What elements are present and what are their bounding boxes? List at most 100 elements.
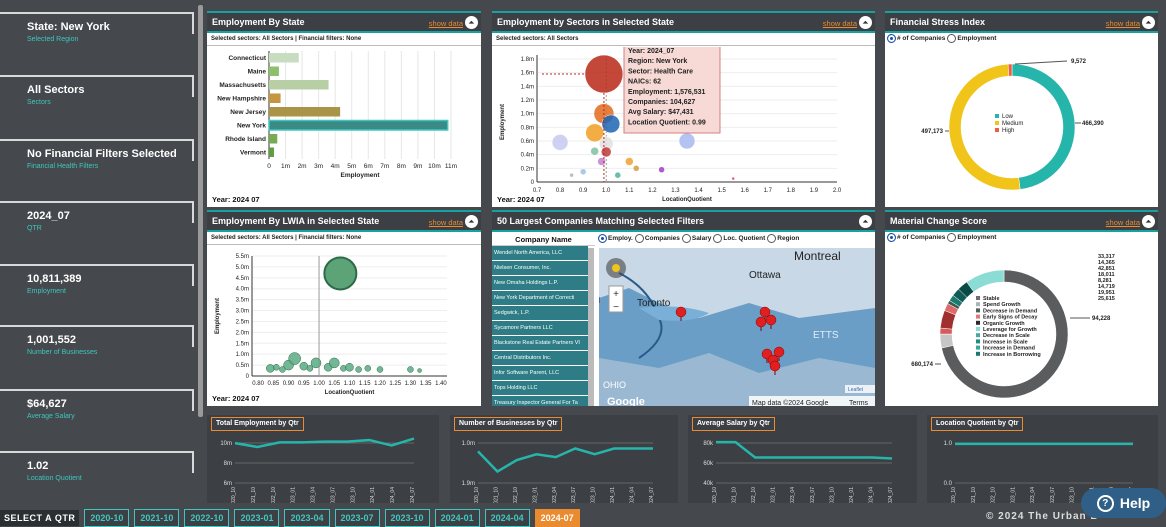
panel-header: Employment by Sectors in Selected State … <box>492 13 875 33</box>
x-tick-label: 2m <box>298 163 307 170</box>
panel-title: Financial Stress Index <box>890 17 986 27</box>
kpi-label: Average Salary <box>27 413 75 420</box>
x-tick-label: 1.05 <box>328 381 340 387</box>
quarter-button[interactable]: 2023-04 <box>284 508 330 527</box>
quarter-button[interactable]: 2023-07 <box>334 508 380 527</box>
company-row[interactable]: Sedgwick, L.P. <box>492 306 588 321</box>
kpi-card[interactable]: 1.02 Location Quotient <box>0 451 194 505</box>
collapse-icon[interactable]: ⏶ <box>859 215 872 228</box>
kpi-value: No Financial Filters Selected <box>27 148 177 160</box>
show-data-link[interactable]: show data <box>1106 218 1140 227</box>
panel-title: Employment By State <box>212 17 305 27</box>
quarter-button[interactable]: 2024-04 <box>484 508 530 527</box>
collapse-icon[interactable]: ⏶ <box>465 16 478 29</box>
legend-swatch <box>976 320 980 325</box>
collapse-icon[interactable]: ⏶ <box>1142 16 1155 29</box>
collapse-icon[interactable]: ⏶ <box>859 16 872 29</box>
y-axis-title: Employment <box>215 298 221 334</box>
y-tick-label: 0.6m <box>521 139 534 145</box>
collapse-icon[interactable]: ⏶ <box>465 215 478 228</box>
metric-toggle: # of Companies Employment <box>887 233 996 242</box>
company-row[interactable]: New York Department of Correcti <box>492 291 588 306</box>
help-button[interactable]: ? Help <box>1081 488 1166 518</box>
company-row[interactable]: Sycamore Partners LLC <box>492 321 588 336</box>
radio-companies[interactable]: # of Companies <box>887 233 945 242</box>
trend-chart: 1.0m 1.9m2020_10 2021_10 2022_10 2023_01 2023… <box>462 441 655 503</box>
x-tick-label: 1.20 <box>374 381 386 387</box>
state-label: New Hampshire <box>217 96 266 103</box>
y-tick-label: 1.4m <box>521 84 534 90</box>
map-radio[interactable]: Region <box>767 234 799 243</box>
map-radio[interactable]: Employ. <box>598 234 633 243</box>
radio-employment[interactable]: Employment <box>947 34 996 43</box>
kpi-value: 1,001,552 <box>27 334 76 346</box>
copyright: © 2024 The Urban B <box>986 511 1099 522</box>
city-label: Montreal <box>794 249 841 263</box>
radio-companies[interactable]: # of Companies <box>887 34 945 43</box>
quarter-button[interactable]: 2020-10 <box>84 508 130 527</box>
map-radio[interactable]: Companies <box>634 234 680 243</box>
map-radio[interactable]: Salary <box>681 234 711 243</box>
kpi-label: Sectors <box>27 99 51 106</box>
city-label: Toronto <box>637 298 671 309</box>
x-tick-label: 0.9 <box>579 188 588 194</box>
quarter-button[interactable]: 2024-01 <box>434 508 480 527</box>
panel-title: Material Change Score <box>890 216 988 226</box>
kpi-card[interactable]: No Financial Filters Selected Financial H… <box>0 139 194 193</box>
kpi-card[interactable]: $64,627 Average Salary <box>0 389 194 443</box>
x-tick-label: 9m <box>413 163 422 170</box>
company-row[interactable]: Wendel North America, LLC <box>492 246 588 261</box>
google-logo: Google <box>607 396 645 406</box>
y-tick-label: 1.0m <box>462 441 475 447</box>
company-row[interactable]: Infor Software Parent, LLC <box>492 366 588 381</box>
kpi-card[interactable]: 2024_07 QTR <box>0 201 194 255</box>
x-tick-label: 0.7 <box>533 188 542 194</box>
y-tick-label: 1.6m <box>521 71 534 77</box>
location-marker-icon <box>765 314 777 326</box>
location-marker-icon <box>675 306 687 318</box>
lwia-bubble <box>323 256 358 291</box>
lwia-bubble <box>376 366 384 373</box>
kpi-value: 2024_07 <box>27 210 70 222</box>
kpi-card[interactable]: State: New York Selected Region <box>0 12 194 66</box>
filter-caption: Selected sectors: All Sectors | Financia… <box>207 34 481 46</box>
legend-swatch <box>995 121 999 125</box>
company-row[interactable]: Nielsen Consumer, Inc. <box>492 261 588 276</box>
company-row[interactable]: Blackstone Real Estate Partners VI <box>492 336 588 351</box>
show-data-link[interactable]: show data <box>823 19 857 28</box>
collapse-icon[interactable]: ⏶ <box>1142 215 1155 228</box>
quarter-button[interactable]: 2023-10 <box>384 508 430 527</box>
x-tick-label: 1.1 <box>625 188 634 194</box>
company-row[interactable]: Treasury Inspector General For Ta <box>492 396 588 406</box>
region-map[interactable]: MontrealOttawaTorontoETTSOHIOAN+−GoogleL… <box>599 248 875 406</box>
sector-bubble <box>584 54 624 94</box>
kpi-value: $64,627 <box>27 398 67 410</box>
radio-employment[interactable]: Employment <box>947 233 996 242</box>
kpi-card[interactable]: 1,001,552 Number of Businesses <box>0 325 194 379</box>
quarter-button[interactable]: 2021-10 <box>134 508 180 527</box>
kpi-card[interactable]: 10,811,389 Employment <box>0 264 194 318</box>
x-tick-label: 1.40 <box>435 381 447 387</box>
y-tick-label: 0.2m <box>521 166 534 172</box>
show-data-link[interactable]: show data <box>429 218 463 227</box>
quarter-button[interactable]: 2023-01 <box>234 508 280 527</box>
legend-label: Organic Growth <box>983 321 1025 327</box>
x-tick-label: 2021_10 <box>493 487 499 503</box>
sidebar-scrollbar[interactable] <box>198 5 203 417</box>
quarter-button[interactable]: 2024-07 <box>534 508 580 527</box>
show-data-link[interactable]: show data <box>1106 19 1140 28</box>
x-axis-title: LocationQuotient <box>662 197 712 202</box>
leaflet-link: Leaflet <box>848 387 864 393</box>
company-row[interactable]: Tops Holding LLC <box>492 381 588 396</box>
company-row[interactable]: Central Distributors Inc. <box>492 351 588 366</box>
kpi-card[interactable]: All Sectors Sectors <box>0 75 194 129</box>
y-tick-label: 0.5m <box>236 363 249 369</box>
company-row[interactable]: New Omaha Holdings L.P. <box>492 276 588 291</box>
pegman-head <box>612 264 620 272</box>
show-data-link[interactable]: show data <box>429 19 463 28</box>
table-scrollbar[interactable] <box>588 248 594 406</box>
x-tick-label: 0.80 <box>252 381 264 387</box>
quarter-button[interactable]: 2022-10 <box>184 508 230 527</box>
divider <box>192 201 194 223</box>
map-radio[interactable]: Loc. Quotient <box>713 234 765 243</box>
